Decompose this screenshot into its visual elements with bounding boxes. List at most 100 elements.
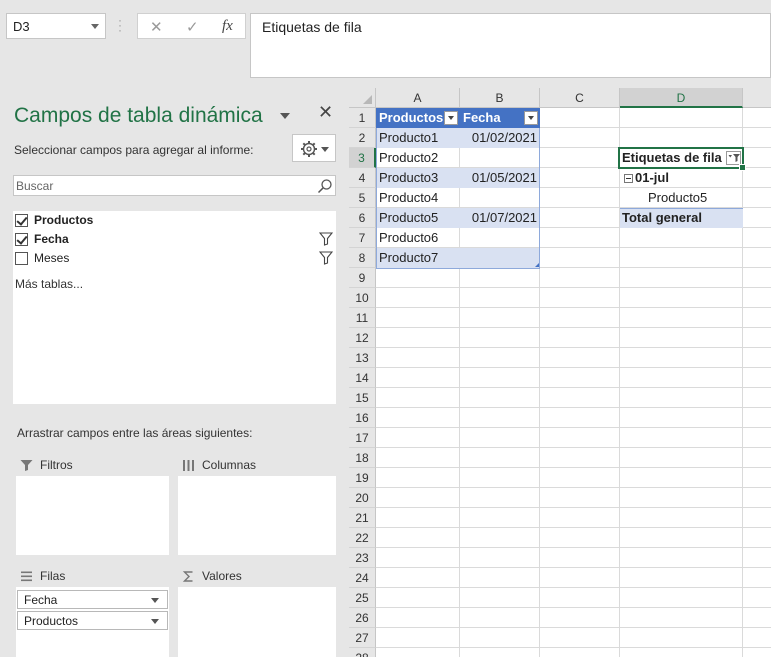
settings-button[interactable] bbox=[292, 134, 336, 162]
pane-options-chevron-icon[interactable] bbox=[280, 113, 290, 119]
cell-b6[interactable]: 01/07/2021 bbox=[460, 208, 537, 228]
row-header-13[interactable]: 13 bbox=[349, 348, 376, 368]
filter-dropdown-icon[interactable] bbox=[444, 111, 458, 125]
row-header-27[interactable]: 27 bbox=[349, 628, 376, 648]
columns-drop-area[interactable] bbox=[178, 476, 336, 555]
column-header-a[interactable]: A bbox=[376, 88, 460, 108]
row-header-18[interactable]: 18 bbox=[349, 448, 376, 468]
row-header-14[interactable]: 14 bbox=[349, 368, 376, 388]
cell-a4[interactable]: Producto3 bbox=[379, 168, 457, 188]
search-icon[interactable] bbox=[317, 178, 333, 194]
row-header-25[interactable]: 25 bbox=[349, 588, 376, 608]
gridline bbox=[376, 347, 771, 348]
pivot-group-label[interactable]: 01-jul bbox=[635, 168, 669, 188]
row-header-11[interactable]: 11 bbox=[349, 308, 376, 328]
column-header-e[interactable] bbox=[743, 88, 771, 108]
worksheet-grid[interactable]: A B C D 1 2 3 4 5 6 7 8 9 10 11 12 13 14 15 16 17 18 19 20 2… bbox=[349, 88, 771, 657]
gridline bbox=[376, 627, 771, 628]
cell-b5[interactable] bbox=[460, 188, 537, 208]
field-meses[interactable]: Meses bbox=[13, 249, 336, 268]
close-icon[interactable]: ✕ bbox=[318, 102, 333, 123]
row-header-28[interactable]: 28 bbox=[349, 648, 376, 657]
filter-dropdown-icon[interactable] bbox=[524, 111, 538, 125]
pane-title: Campos de tabla dinámica bbox=[14, 104, 263, 127]
row-header-20[interactable]: 20 bbox=[349, 488, 376, 508]
gridline bbox=[376, 487, 771, 488]
cell-a6[interactable]: Producto5 bbox=[379, 208, 457, 228]
row-header-5[interactable]: 5 bbox=[349, 188, 376, 208]
row-header-12[interactable]: 12 bbox=[349, 328, 376, 348]
row-header-10[interactable]: 10 bbox=[349, 288, 376, 308]
enter-icon[interactable]: ✓ bbox=[186, 18, 199, 36]
row-header-19[interactable]: 19 bbox=[349, 468, 376, 488]
cell-b7[interactable] bbox=[460, 228, 537, 248]
cell-b2[interactable]: 01/02/2021 bbox=[460, 128, 537, 148]
row-header-16[interactable]: 16 bbox=[349, 408, 376, 428]
cell-a8[interactable]: Producto7 bbox=[379, 248, 457, 268]
row-header-1[interactable]: 1 bbox=[349, 108, 376, 128]
more-tables-link[interactable]: Más tablas... bbox=[15, 277, 83, 291]
row-header-22[interactable]: 22 bbox=[349, 528, 376, 548]
field-productos[interactable]: Productos bbox=[13, 211, 336, 230]
chevron-down-icon[interactable] bbox=[151, 619, 159, 624]
pivot-item-label[interactable]: Producto5 bbox=[648, 188, 707, 208]
row-header-26[interactable]: 26 bbox=[349, 608, 376, 628]
row-header-2[interactable]: 2 bbox=[349, 128, 376, 148]
column-header-c[interactable]: C bbox=[540, 88, 620, 108]
checkbox-meses[interactable] bbox=[15, 252, 28, 265]
formula-input[interactable]: Etiquetas de fila bbox=[250, 13, 771, 78]
row-header-7[interactable]: 7 bbox=[349, 228, 376, 248]
rows-icon bbox=[21, 571, 32, 582]
row-header-4[interactable]: 4 bbox=[349, 168, 376, 188]
cell-b8[interactable] bbox=[460, 248, 537, 268]
table-header-fecha[interactable]: Fecha bbox=[460, 108, 540, 128]
cell-a3[interactable]: Producto2 bbox=[379, 148, 457, 168]
row-header-3[interactable]: 3 bbox=[349, 148, 376, 168]
cell-a2[interactable]: Producto1 bbox=[379, 128, 457, 148]
rows-chip-fecha[interactable]: Fecha bbox=[17, 590, 168, 609]
collapse-group-icon[interactable] bbox=[624, 174, 633, 183]
pivot-field-pane: Campos de tabla dinámica ✕ Seleccionar c… bbox=[0, 88, 344, 657]
cell-b4[interactable]: 01/05/2021 bbox=[460, 168, 537, 188]
search-input[interactable]: Buscar bbox=[13, 175, 336, 196]
row-header-21[interactable]: 21 bbox=[349, 508, 376, 528]
chevron-down-icon[interactable] bbox=[151, 598, 159, 603]
cell-b3[interactable] bbox=[460, 148, 537, 168]
row-header-24[interactable]: 24 bbox=[349, 568, 376, 588]
select-all-corner[interactable] bbox=[349, 88, 376, 108]
row-header-8[interactable]: 8 bbox=[349, 248, 376, 268]
gridline bbox=[376, 547, 771, 548]
pivot-grand-total[interactable]: Total general bbox=[622, 208, 702, 228]
checkbox-fecha[interactable] bbox=[15, 233, 28, 246]
cell-a7[interactable]: Producto6 bbox=[379, 228, 457, 248]
gridline bbox=[376, 567, 771, 568]
column-header-d[interactable]: D bbox=[620, 88, 743, 108]
cell-a5[interactable]: Producto4 bbox=[379, 188, 457, 208]
table-header-productos[interactable]: Productos bbox=[376, 108, 460, 128]
row-header-17[interactable]: 17 bbox=[349, 428, 376, 448]
checkbox-productos[interactable] bbox=[15, 214, 28, 227]
rows-chip-productos[interactable]: Productos bbox=[17, 611, 168, 630]
filter-icon[interactable] bbox=[319, 232, 333, 246]
row-header-23[interactable]: 23 bbox=[349, 548, 376, 568]
cancel-icon[interactable]: ✕ bbox=[150, 18, 163, 36]
row-header-9[interactable]: 9 bbox=[349, 268, 376, 288]
rows-drop-area[interactable]: Fecha Productos bbox=[16, 587, 169, 657]
gridline bbox=[742, 108, 743, 657]
name-box-value: D3 bbox=[13, 19, 30, 34]
gridline bbox=[376, 607, 771, 608]
filter-icon[interactable] bbox=[319, 251, 333, 265]
field-fecha[interactable]: Fecha bbox=[13, 230, 336, 249]
name-box[interactable]: D3 bbox=[6, 13, 106, 39]
insert-function-icon[interactable]: fx bbox=[222, 18, 233, 35]
row-header-15[interactable]: 15 bbox=[349, 388, 376, 408]
column-header-b[interactable]: B bbox=[460, 88, 540, 108]
row-header-6[interactable]: 6 bbox=[349, 208, 376, 228]
values-drop-area[interactable] bbox=[178, 587, 336, 657]
formula-bar-grip-icon[interactable]: · · · bbox=[118, 14, 122, 36]
pane-subtitle: Seleccionar campos para agregar al infor… bbox=[14, 143, 254, 157]
gridline bbox=[376, 307, 771, 308]
filters-drop-area[interactable] bbox=[16, 476, 169, 555]
field-label: Meses bbox=[34, 251, 70, 265]
chevron-down-icon[interactable] bbox=[91, 24, 99, 29]
